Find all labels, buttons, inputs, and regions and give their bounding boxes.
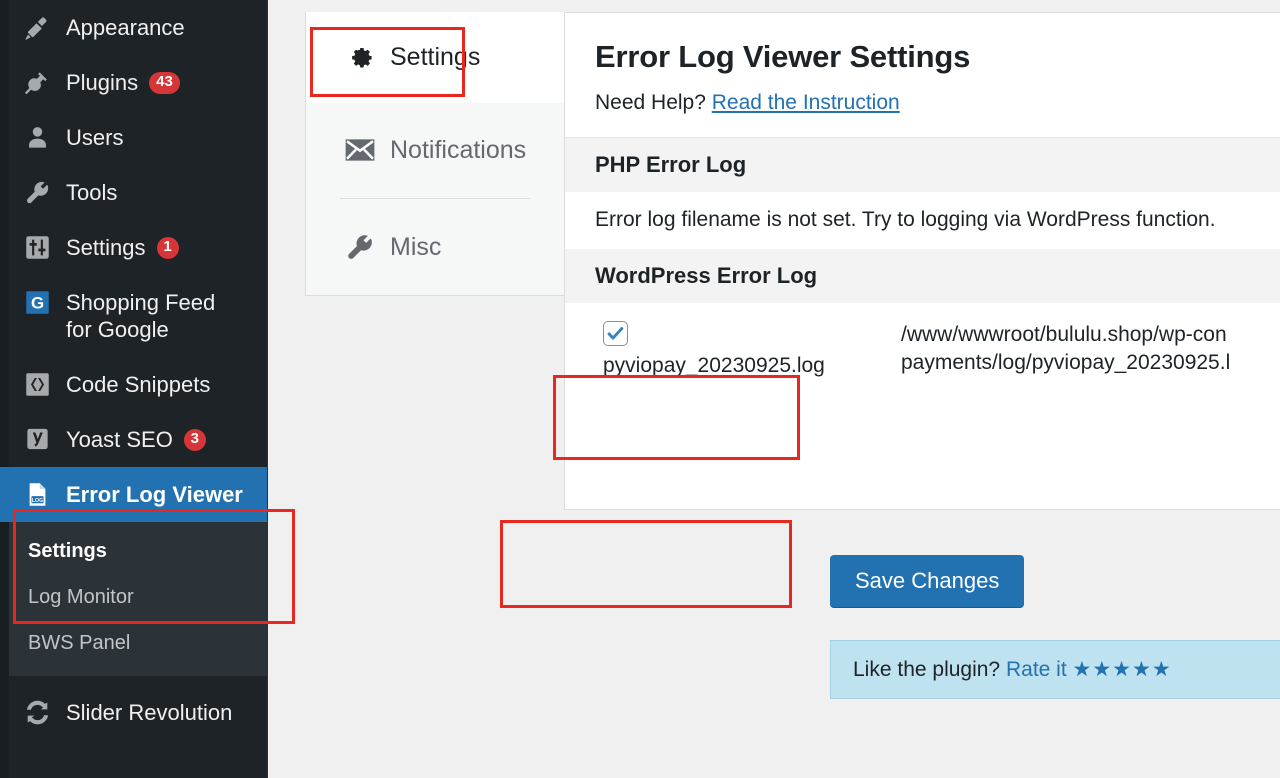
sidebar-item-label: Yoast SEO	[66, 426, 173, 452]
star-rating-icon[interactable]: ★★★★★	[1073, 658, 1172, 681]
tab-settings[interactable]: Settings	[306, 12, 564, 102]
tab-label: Notifications	[390, 135, 527, 164]
sidebar-item-label: Error Log Viewer	[66, 481, 243, 507]
svg-text:G: G	[30, 293, 43, 312]
sidebar-subitem-label: Settings	[28, 539, 107, 562]
code-brackets-icon	[22, 370, 52, 400]
rate-plugin-box: Like the plugin? Rate it ★★★★★	[830, 640, 1280, 699]
sidebar-item-yoast-seo[interactable]: Yoast SEO 3	[0, 412, 267, 467]
envelope-icon	[344, 134, 376, 166]
rate-it-link[interactable]: Rate it	[1006, 658, 1067, 681]
read-the-instruction-link[interactable]: Read the Instruction	[712, 91, 900, 114]
sidebar-item-appearance[interactable]: Appearance	[0, 0, 267, 55]
sidebar-item-label: Settings	[66, 234, 146, 260]
tab-misc[interactable]: Misc	[306, 199, 564, 295]
sidebar-subitem-label: BWS Panel	[28, 631, 131, 654]
sidebar-subitem-label: Log Monitor	[28, 585, 134, 608]
log-file-path: /www/wwwroot/bululu.shop/wp-con payments…	[901, 323, 1231, 374]
status-badge: 1	[156, 236, 179, 259]
log-file-name: pyviopay_20230925.log	[603, 354, 825, 377]
sidebar-item-code-snippets[interactable]: Code Snippets	[0, 357, 267, 412]
sidebar-item-shopping-feed-for-google[interactable]: G Shopping Feed for Google	[0, 275, 267, 357]
tab-notifications[interactable]: Notifications	[306, 102, 564, 198]
google-g-icon: G	[22, 287, 52, 317]
status-badge: 43	[149, 71, 180, 94]
sidebar-item-error-log-viewer[interactable]: LOG Error Log Viewer	[0, 467, 267, 522]
php-error-log-heading: PHP Error Log	[565, 138, 1280, 192]
log-file-selector[interactable]: pyviopay_20230925.log	[595, 321, 895, 378]
sidebar-subitem-bws-panel[interactable]: BWS Panel	[0, 620, 267, 666]
gear-icon	[344, 41, 376, 73]
sidebar-item-label: Plugins	[66, 69, 139, 95]
sidebar-item-label: Code Snippets	[66, 371, 211, 397]
refresh-icon	[22, 698, 52, 728]
tab-label: Misc	[390, 232, 442, 261]
brush-icon	[22, 13, 52, 43]
plugin-footer: Like the plugin? Rate it ★★★★★ Need help…	[830, 640, 1280, 699]
sidebar-item-plugins[interactable]: Plugins 43	[0, 55, 267, 110]
sidebar-item-label: Tools	[66, 179, 118, 205]
admin-sidebar: Appearance Plugins 43 Users Tools Settin…	[0, 0, 268, 778]
php-error-log-message: Error log filename is not set. Try to lo…	[595, 208, 1216, 231]
sidebar-item-label: Slider Revolution	[66, 699, 233, 725]
sidebar-item-users[interactable]: Users	[0, 110, 267, 165]
user-icon	[22, 123, 52, 153]
sidebar-item-label: Appearance	[66, 14, 185, 40]
save-changes-button[interactable]: Save Changes	[830, 555, 1025, 607]
wrench-icon	[22, 178, 52, 208]
sliders-icon	[22, 233, 52, 263]
log-file-checkbox[interactable]	[603, 321, 628, 346]
sidebar-item-settings[interactable]: Settings 1	[0, 220, 267, 275]
svg-text:LOG: LOG	[31, 498, 42, 504]
plug-icon	[22, 68, 52, 98]
log-file-row: pyviopay_20230925.log /www/wwwroot/bulul…	[595, 303, 1273, 378]
sidebar-subitem-log-monitor[interactable]: Log Monitor	[0, 574, 267, 620]
sidebar-item-slider-revolution[interactable]: Slider Revolution	[0, 685, 267, 740]
check-icon	[607, 327, 624, 340]
sidebar-subitem-settings[interactable]: Settings	[0, 528, 267, 574]
settings-content-card: Error Log Viewer Settings Need Help? Rea…	[564, 12, 1280, 510]
sidebar-item-label: Shopping Feed for Google	[66, 289, 216, 343]
sidebar-item-label: Users	[66, 124, 124, 150]
rate-prefix: Like the plugin?	[853, 658, 1001, 681]
sidebar-separator	[0, 676, 267, 685]
status-badge: 3	[183, 428, 206, 451]
wordpress-error-log-heading: WordPress Error Log	[565, 249, 1280, 303]
sidebar-submenu-error-log-viewer: Settings Log Monitor BWS Panel	[0, 522, 267, 676]
tab-label: Settings	[390, 42, 481, 71]
help-prefix: Need Help?	[595, 91, 706, 114]
yoast-icon	[22, 425, 52, 455]
help-line: Need Help? Read the Instruction	[595, 91, 1273, 115]
log-file-icon: LOG	[22, 480, 52, 510]
page-title: Error Log Viewer Settings	[595, 39, 971, 74]
settings-tab-column: Settings Notifications Misc	[305, 12, 565, 296]
main-content-area: Settings Notifications Misc Error Log Vi…	[268, 0, 1280, 778]
sidebar-item-tools[interactable]: Tools	[0, 165, 267, 220]
wrench-icon	[344, 231, 376, 263]
